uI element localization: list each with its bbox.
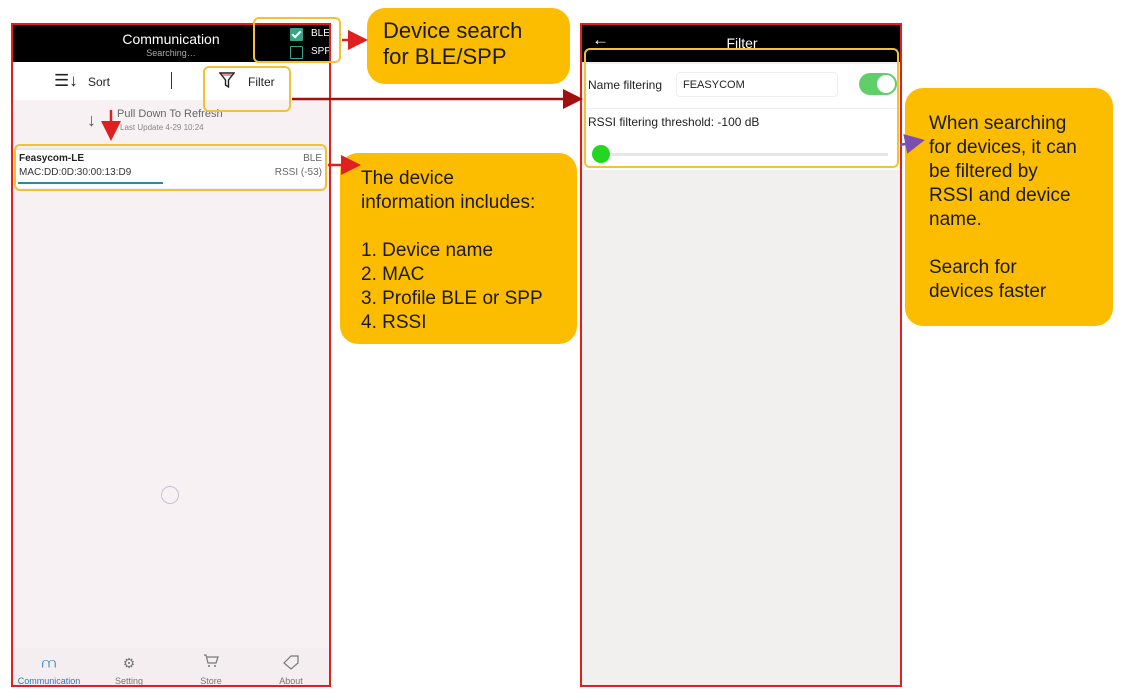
annotation-arrows <box>101 30 925 175</box>
arrow-to-filter-info <box>899 134 925 154</box>
